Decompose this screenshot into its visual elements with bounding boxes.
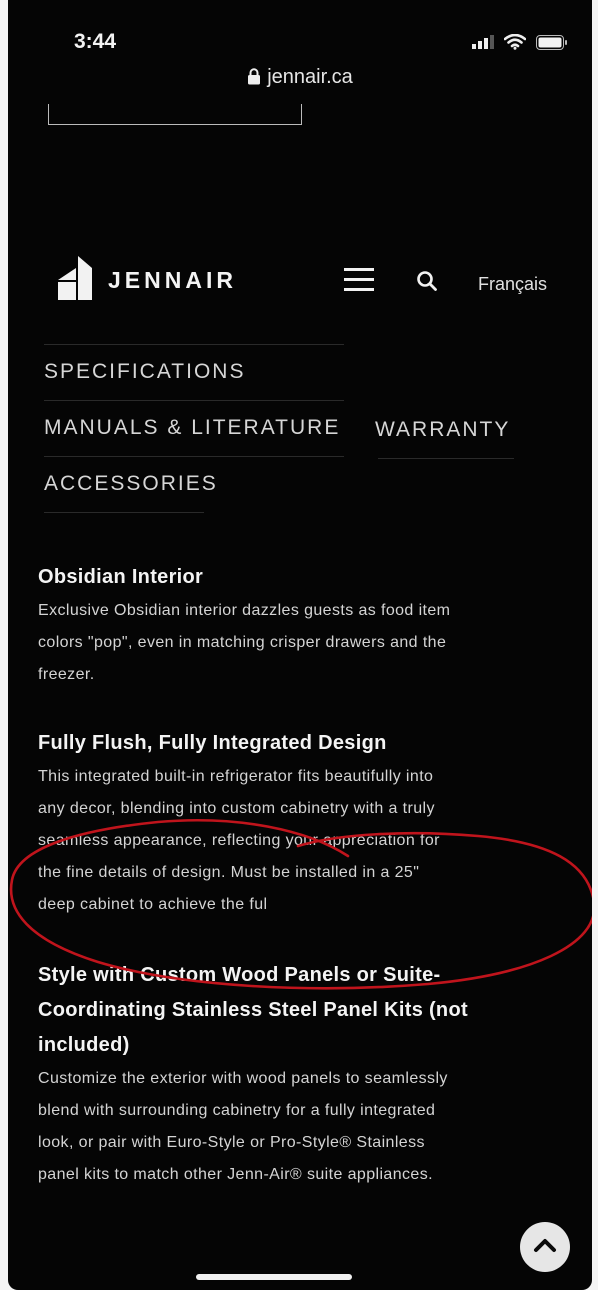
feature-title-line: included) <box>38 1034 130 1056</box>
brand-name: JENNAIR <box>108 267 237 293</box>
jennair-logo-icon <box>56 256 92 305</box>
signal-icon <box>472 35 494 49</box>
feature-custom-panels: Style with Custom Wood Panels or Suite- … <box>38 958 568 1191</box>
nav-divider <box>378 458 514 459</box>
nav-divider <box>44 344 344 345</box>
language-toggle-link[interactable]: Français <box>478 274 547 295</box>
jennair-logo[interactable]: JENNAIR <box>56 256 237 305</box>
nav-accessories[interactable]: ACCESSORIES <box>44 472 218 496</box>
feature-text-line: seamless appearance, reflecting your app… <box>38 832 440 849</box>
feature-text-line: Exclusive Obsidian interior dazzles gues… <box>38 602 451 619</box>
lock-icon <box>247 68 261 91</box>
nav-warranty[interactable]: WARRANTY <box>375 418 510 442</box>
feature-text-line: freezer. <box>38 666 95 683</box>
home-indicator[interactable] <box>196 1274 352 1280</box>
nav-divider <box>44 400 344 401</box>
status-time: 3:44 <box>74 30 117 53</box>
feature-text-line: look, or pair with Euro-Style or Pro-Sty… <box>38 1134 425 1151</box>
chevron-up-icon <box>533 1237 557 1258</box>
scroll-to-top-button[interactable] <box>520 1222 570 1272</box>
feature-text-line: any decor, blending into custom cabinetr… <box>38 800 435 817</box>
status-icons <box>472 34 568 50</box>
nav-divider <box>44 512 204 513</box>
feature-text-line: the fine details of design. Must be inst… <box>38 864 420 881</box>
feature-text-line: panel kits to match other Jenn-Air® suit… <box>38 1166 433 1183</box>
feature-obsidian-interior: Obsidian Interior Exclusive Obsidian int… <box>38 566 568 691</box>
feature-text-line: deep cabinet to achieve the ful <box>38 896 268 913</box>
feature-title: Fully Flush, Fully Integrated Design <box>38 732 387 754</box>
nav-divider <box>44 456 344 457</box>
feature-text-line: This integrated built-in refrigerator fi… <box>38 768 434 785</box>
url-text: jennair.ca <box>267 66 353 88</box>
feature-title: Obsidian Interior <box>38 566 204 588</box>
phone-screen: 3:44 jennair.ca JENNAIR Français SPECIFI… <box>8 0 592 1290</box>
feature-text-line: Customize the exterior with wood panels … <box>38 1070 448 1087</box>
battery-icon <box>536 34 568 50</box>
feature-text-line: blend with surrounding cabinetry for a f… <box>38 1102 436 1119</box>
address-bar[interactable]: jennair.ca <box>8 66 592 91</box>
nav-specifications[interactable]: SPECIFICATIONS <box>44 360 245 384</box>
wifi-icon <box>504 34 526 50</box>
top-bracket-line <box>48 104 302 125</box>
feature-text-line: colors "pop", even in matching crisper d… <box>38 634 447 651</box>
feature-title-line: Coordinating Stainless Steel Panel Kits … <box>38 999 468 1021</box>
search-icon[interactable] <box>416 270 438 297</box>
hamburger-menu-icon[interactable] <box>344 268 374 298</box>
feature-fully-flush: Fully Flush, Fully Integrated Design Thi… <box>38 732 568 921</box>
feature-title-line: Style with Custom Wood Panels or Suite- <box>38 964 441 986</box>
nav-manuals-literature[interactable]: MANUALS & LITERATURE <box>44 416 340 440</box>
